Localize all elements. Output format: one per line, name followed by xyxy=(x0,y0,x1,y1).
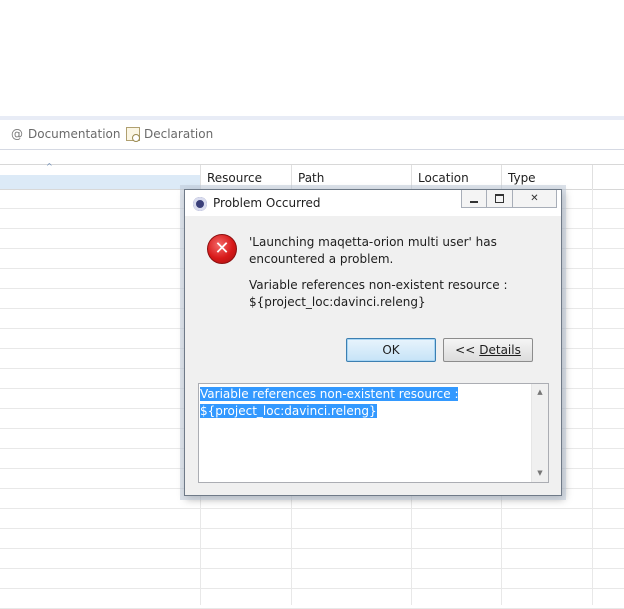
description-column-header[interactable]: ^ xyxy=(0,162,200,175)
description-column-highlight xyxy=(0,175,200,189)
error-icon: ✕ xyxy=(207,234,237,264)
details-chevron: << xyxy=(455,343,476,357)
ok-button[interactable]: OK xyxy=(346,338,436,362)
dialog-content: ✕ 'Launching maqetta-orion multi user' h… xyxy=(193,220,553,490)
error-reason: Variable references non-existent resourc… xyxy=(249,277,507,311)
error-message-line-2: encountered a problem. xyxy=(249,252,394,266)
minimize-icon xyxy=(470,200,478,203)
details-text: Variable references non-existent resourc… xyxy=(200,386,530,420)
eclipse-icon xyxy=(193,197,207,211)
details-line-1: Variable references non-existent resourc… xyxy=(200,387,459,401)
table-row[interactable] xyxy=(0,549,624,569)
scroll-down-icon[interactable]: ▼ xyxy=(532,465,548,482)
window-controls: ✕ xyxy=(461,190,557,208)
close-icon: ✕ xyxy=(530,193,539,204)
maximize-icon xyxy=(495,194,504,203)
error-reason-line-1: Variable references non-existent resourc… xyxy=(249,278,508,292)
table-row[interactable] xyxy=(0,589,624,609)
scroll-up-icon[interactable]: ▲ xyxy=(532,384,548,401)
error-message-line-1: 'Launching maqetta-orion multi user' has xyxy=(249,235,497,249)
table-row[interactable] xyxy=(0,569,624,589)
close-button[interactable]: ✕ xyxy=(513,190,557,208)
tab-documentation-label: Documentation xyxy=(28,127,121,141)
dialog-titlebar[interactable]: Problem Occurred ✕ xyxy=(185,190,561,216)
error-message: 'Launching maqetta-orion multi user' has… xyxy=(249,234,497,268)
view-tab-bar: @ Documentation Declaration xyxy=(0,116,624,150)
maximize-button[interactable] xyxy=(487,190,513,208)
declaration-icon xyxy=(126,127,140,142)
tab-declaration[interactable]: Declaration xyxy=(126,126,213,142)
details-line-2: ${project_loc:davinci.releng} xyxy=(200,404,377,418)
column-header-resource[interactable]: Resource xyxy=(200,165,291,189)
table-header: ^ Resource Path Location Type xyxy=(0,162,624,190)
tab-declaration-label: Declaration xyxy=(144,127,214,141)
column-header-path[interactable]: Path xyxy=(291,165,411,189)
table-row[interactable] xyxy=(0,509,624,529)
column-header-location[interactable]: Location xyxy=(411,165,501,189)
details-scrollbar[interactable]: ▲ ▼ xyxy=(531,384,548,482)
minimize-button[interactable] xyxy=(461,190,487,208)
details-button[interactable]: << Details xyxy=(443,338,533,362)
details-button-label: Details xyxy=(479,343,521,357)
at-sign-icon: @ xyxy=(11,127,23,141)
table-row[interactable] xyxy=(0,529,624,549)
error-reason-line-2: ${project_loc:davinci.releng} xyxy=(249,295,426,309)
editor-area xyxy=(0,0,624,116)
dialog-title: Problem Occurred xyxy=(213,196,321,210)
problem-occurred-dialog: Problem Occurred ✕ ✕ 'Launching maqetta-… xyxy=(184,189,562,496)
column-header-spacer xyxy=(592,165,624,189)
details-text-area[interactable]: Variable references non-existent resourc… xyxy=(198,383,549,483)
tab-documentation[interactable]: @ Documentation xyxy=(10,126,121,142)
sort-ascending-icon: ^ xyxy=(46,162,53,171)
column-header-type[interactable]: Type xyxy=(501,165,592,189)
